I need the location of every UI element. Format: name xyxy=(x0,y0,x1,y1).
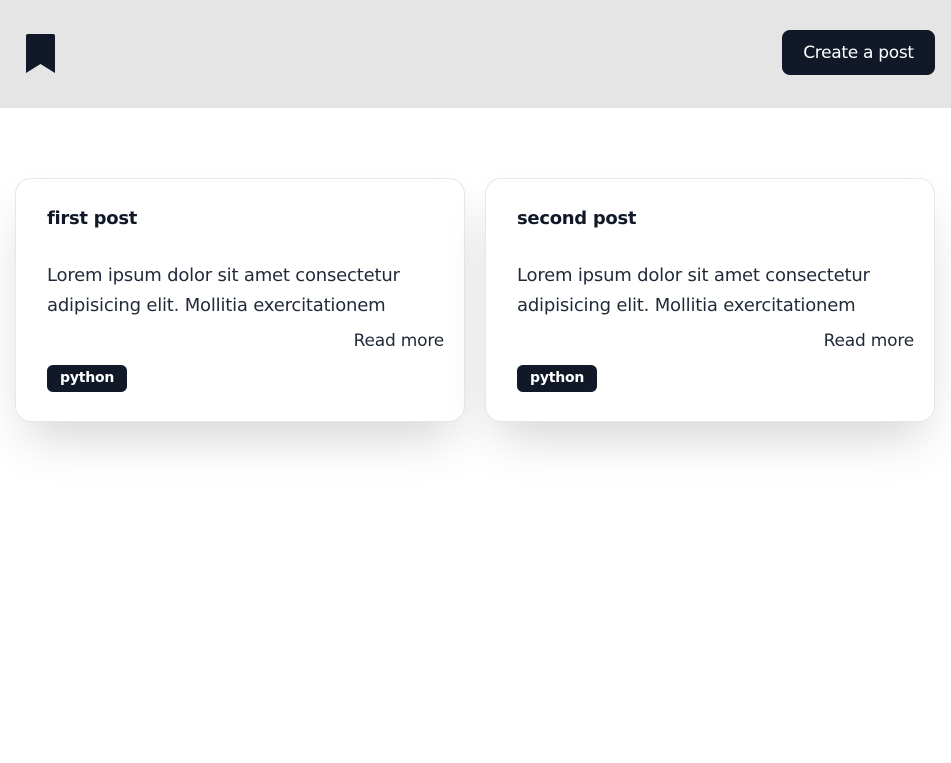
post-card: second post Lorem ipsum dolor sit amet c… xyxy=(485,178,935,422)
bookmark-icon[interactable] xyxy=(25,33,56,75)
create-post-button[interactable]: Create a post xyxy=(782,30,935,75)
post-card: first post Lorem ipsum dolor sit amet co… xyxy=(15,178,465,422)
read-more-link[interactable]: Read more xyxy=(354,331,445,351)
post-excerpt-line: adipisicing elit. Mollitia exercitatione… xyxy=(47,295,386,316)
read-more-link[interactable]: Read more xyxy=(824,331,915,351)
tag-badge[interactable]: python xyxy=(517,365,598,392)
tag-badge[interactable]: python xyxy=(47,365,128,392)
post-excerpt: Lorem ipsum dolor sit amet consectetur a… xyxy=(47,261,435,321)
post-excerpt-line: Lorem ipsum dolor sit amet consectetur xyxy=(47,265,400,286)
navbar: Create a post xyxy=(0,0,951,108)
post-excerpt-line: adipisicing elit. Mollitia exercitatione… xyxy=(517,295,856,316)
post-excerpt: Lorem ipsum dolor sit amet consectetur a… xyxy=(517,261,905,321)
post-excerpt-line: Lorem ipsum dolor sit amet consectetur xyxy=(517,265,870,286)
post-title: second post xyxy=(517,208,637,229)
post-title: first post xyxy=(47,208,138,229)
